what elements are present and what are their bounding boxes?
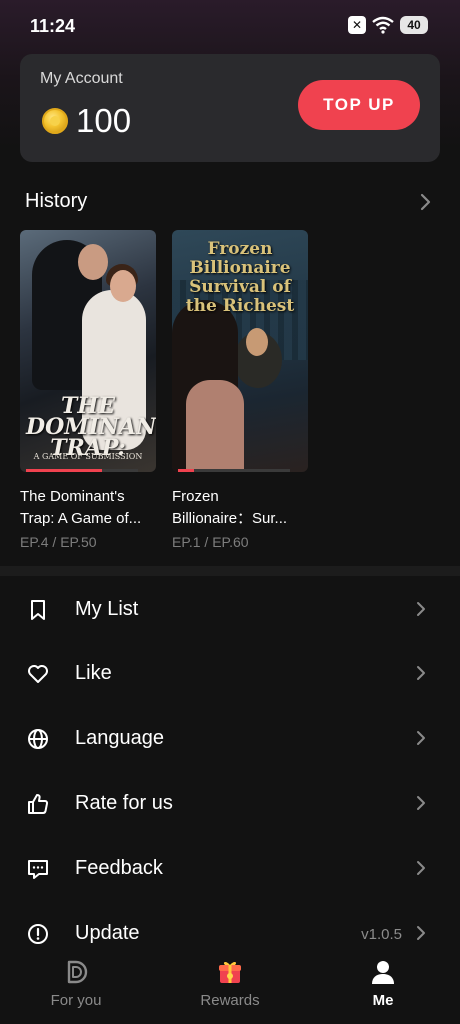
episode-progress: EP.1 / EP.60: [172, 534, 249, 550]
history-item[interactable]: Frozen Billionaire Survival of the Riche…: [172, 230, 308, 550]
account-card: My Account 100 TOP UP: [20, 54, 440, 162]
cover-title: THE DOMINANT'S TRAP:: [26, 393, 156, 461]
coin-balance: 100: [76, 102, 132, 139]
menu-label: Language: [75, 727, 164, 749]
nav-label: For you: [50, 992, 102, 1009]
chevron-right-icon: [417, 731, 425, 745]
status-time: 11:24: [30, 16, 76, 36]
top-up-button[interactable]: TOP UP: [298, 80, 420, 130]
status-bar: 11:24 ✕ 40: [0, 0, 460, 52]
chevron-right-icon: [417, 602, 425, 616]
nav-rewards[interactable]: Rewards: [170, 958, 290, 1018]
me-screen: 11:24 ✕ 40 My Account 100 TOP UP History…: [0, 0, 460, 1024]
watch-progress: [178, 469, 290, 472]
menu-label: Feedback: [75, 857, 163, 879]
thumbs-up-icon: [28, 794, 49, 814]
coin-icon: [42, 108, 68, 134]
cover-subtitle: A GAME OF SUBMISSION: [33, 452, 143, 461]
menu-item-language[interactable]: Language: [0, 707, 460, 771]
cover-title: Frozen Billionaire Survival of the Riche…: [185, 239, 295, 316]
history-title: History: [25, 190, 88, 212]
episode-progress: EP.4 / EP.50: [20, 534, 97, 550]
book-title: Frozen Billionaire：Sur...: [172, 488, 288, 527]
status-icons: ✕ 40: [348, 16, 428, 34]
menu-item-rate-for-us[interactable]: Rate for us: [0, 772, 460, 836]
menu-label: Update: [75, 922, 140, 944]
for-you-icon: [67, 960, 88, 984]
menu-label: My List: [75, 598, 139, 620]
menu-item-like[interactable]: Like: [0, 642, 460, 706]
bottom-nav: For you Rewards Me: [0, 952, 460, 1024]
chevron-right-icon: [417, 666, 425, 680]
chevron-right-icon: [417, 861, 425, 875]
watch-progress: [26, 469, 138, 472]
heart-icon: [28, 665, 48, 683]
message-icon: [28, 860, 48, 879]
battery-icon: 40: [400, 16, 428, 34]
nav-for-you[interactable]: For you: [16, 958, 136, 1018]
history-header[interactable]: History: [25, 190, 435, 216]
nav-me[interactable]: Me: [323, 958, 443, 1018]
cover-image: THE DOMINANT'S TRAP: A GAME OF SUBMISSIO…: [20, 230, 156, 472]
gift-icon: [219, 961, 241, 983]
chevron-right-icon: [417, 926, 425, 940]
book-title: The Dominant's Trap: A Game of...: [20, 488, 142, 527]
notification-icon: ✕: [348, 16, 366, 34]
bookmark-icon: [31, 600, 45, 620]
section-divider: [0, 566, 460, 576]
cover-image: Frozen Billionaire Survival of the Riche…: [172, 230, 308, 472]
history-list: THE DOMINANT'S TRAP: A GAME OF SUBMISSIO…: [20, 230, 440, 560]
history-item[interactable]: THE DOMINANT'S TRAP: A GAME OF SUBMISSIO…: [20, 230, 156, 550]
nav-label: Rewards: [200, 992, 260, 1009]
account-label: My Account: [40, 70, 123, 87]
chevron-right-icon: [417, 796, 425, 810]
wifi-icon: [372, 16, 394, 34]
menu-item-feedback[interactable]: Feedback: [0, 837, 460, 901]
menu-label: Like: [75, 662, 112, 684]
menu-label: Rate for us: [75, 792, 173, 814]
chevron-right-icon: [420, 193, 431, 211]
person-icon: [372, 961, 394, 984]
menu-item-my-list[interactable]: My List: [0, 578, 460, 642]
info-icon: [28, 924, 48, 944]
nav-label: Me: [372, 992, 394, 1009]
app-version: v1.0.5: [361, 926, 402, 943]
globe-icon: [28, 729, 48, 749]
